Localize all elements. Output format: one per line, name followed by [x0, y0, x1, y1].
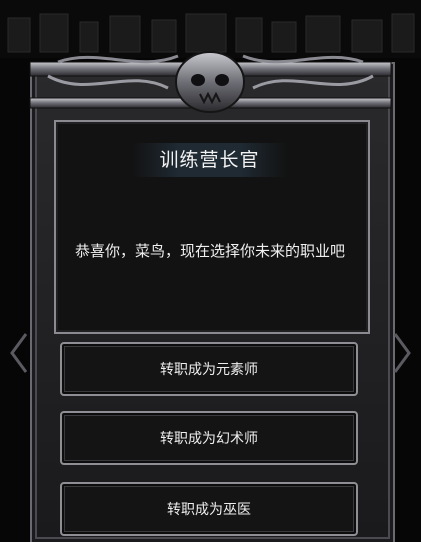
frame-ornament — [29, 51, 392, 113]
npc-title: 训练营长官 — [159, 149, 260, 171]
dialog-text: 恭喜你，菜鸟，现在选择你未来的职业吧 — [74, 242, 345, 260]
choice-button-elementalist[interactable]: 转职成为元素师 — [60, 342, 358, 396]
choice-button-witch-doctor[interactable]: 转职成为巫医 — [60, 482, 358, 536]
skull-crest-icon — [175, 51, 245, 113]
chevron-left-icon[interactable] — [6, 330, 32, 376]
chevron-right-icon[interactable] — [389, 330, 415, 376]
choice-button-illusionist[interactable]: 转职成为幻术师 — [60, 411, 358, 465]
